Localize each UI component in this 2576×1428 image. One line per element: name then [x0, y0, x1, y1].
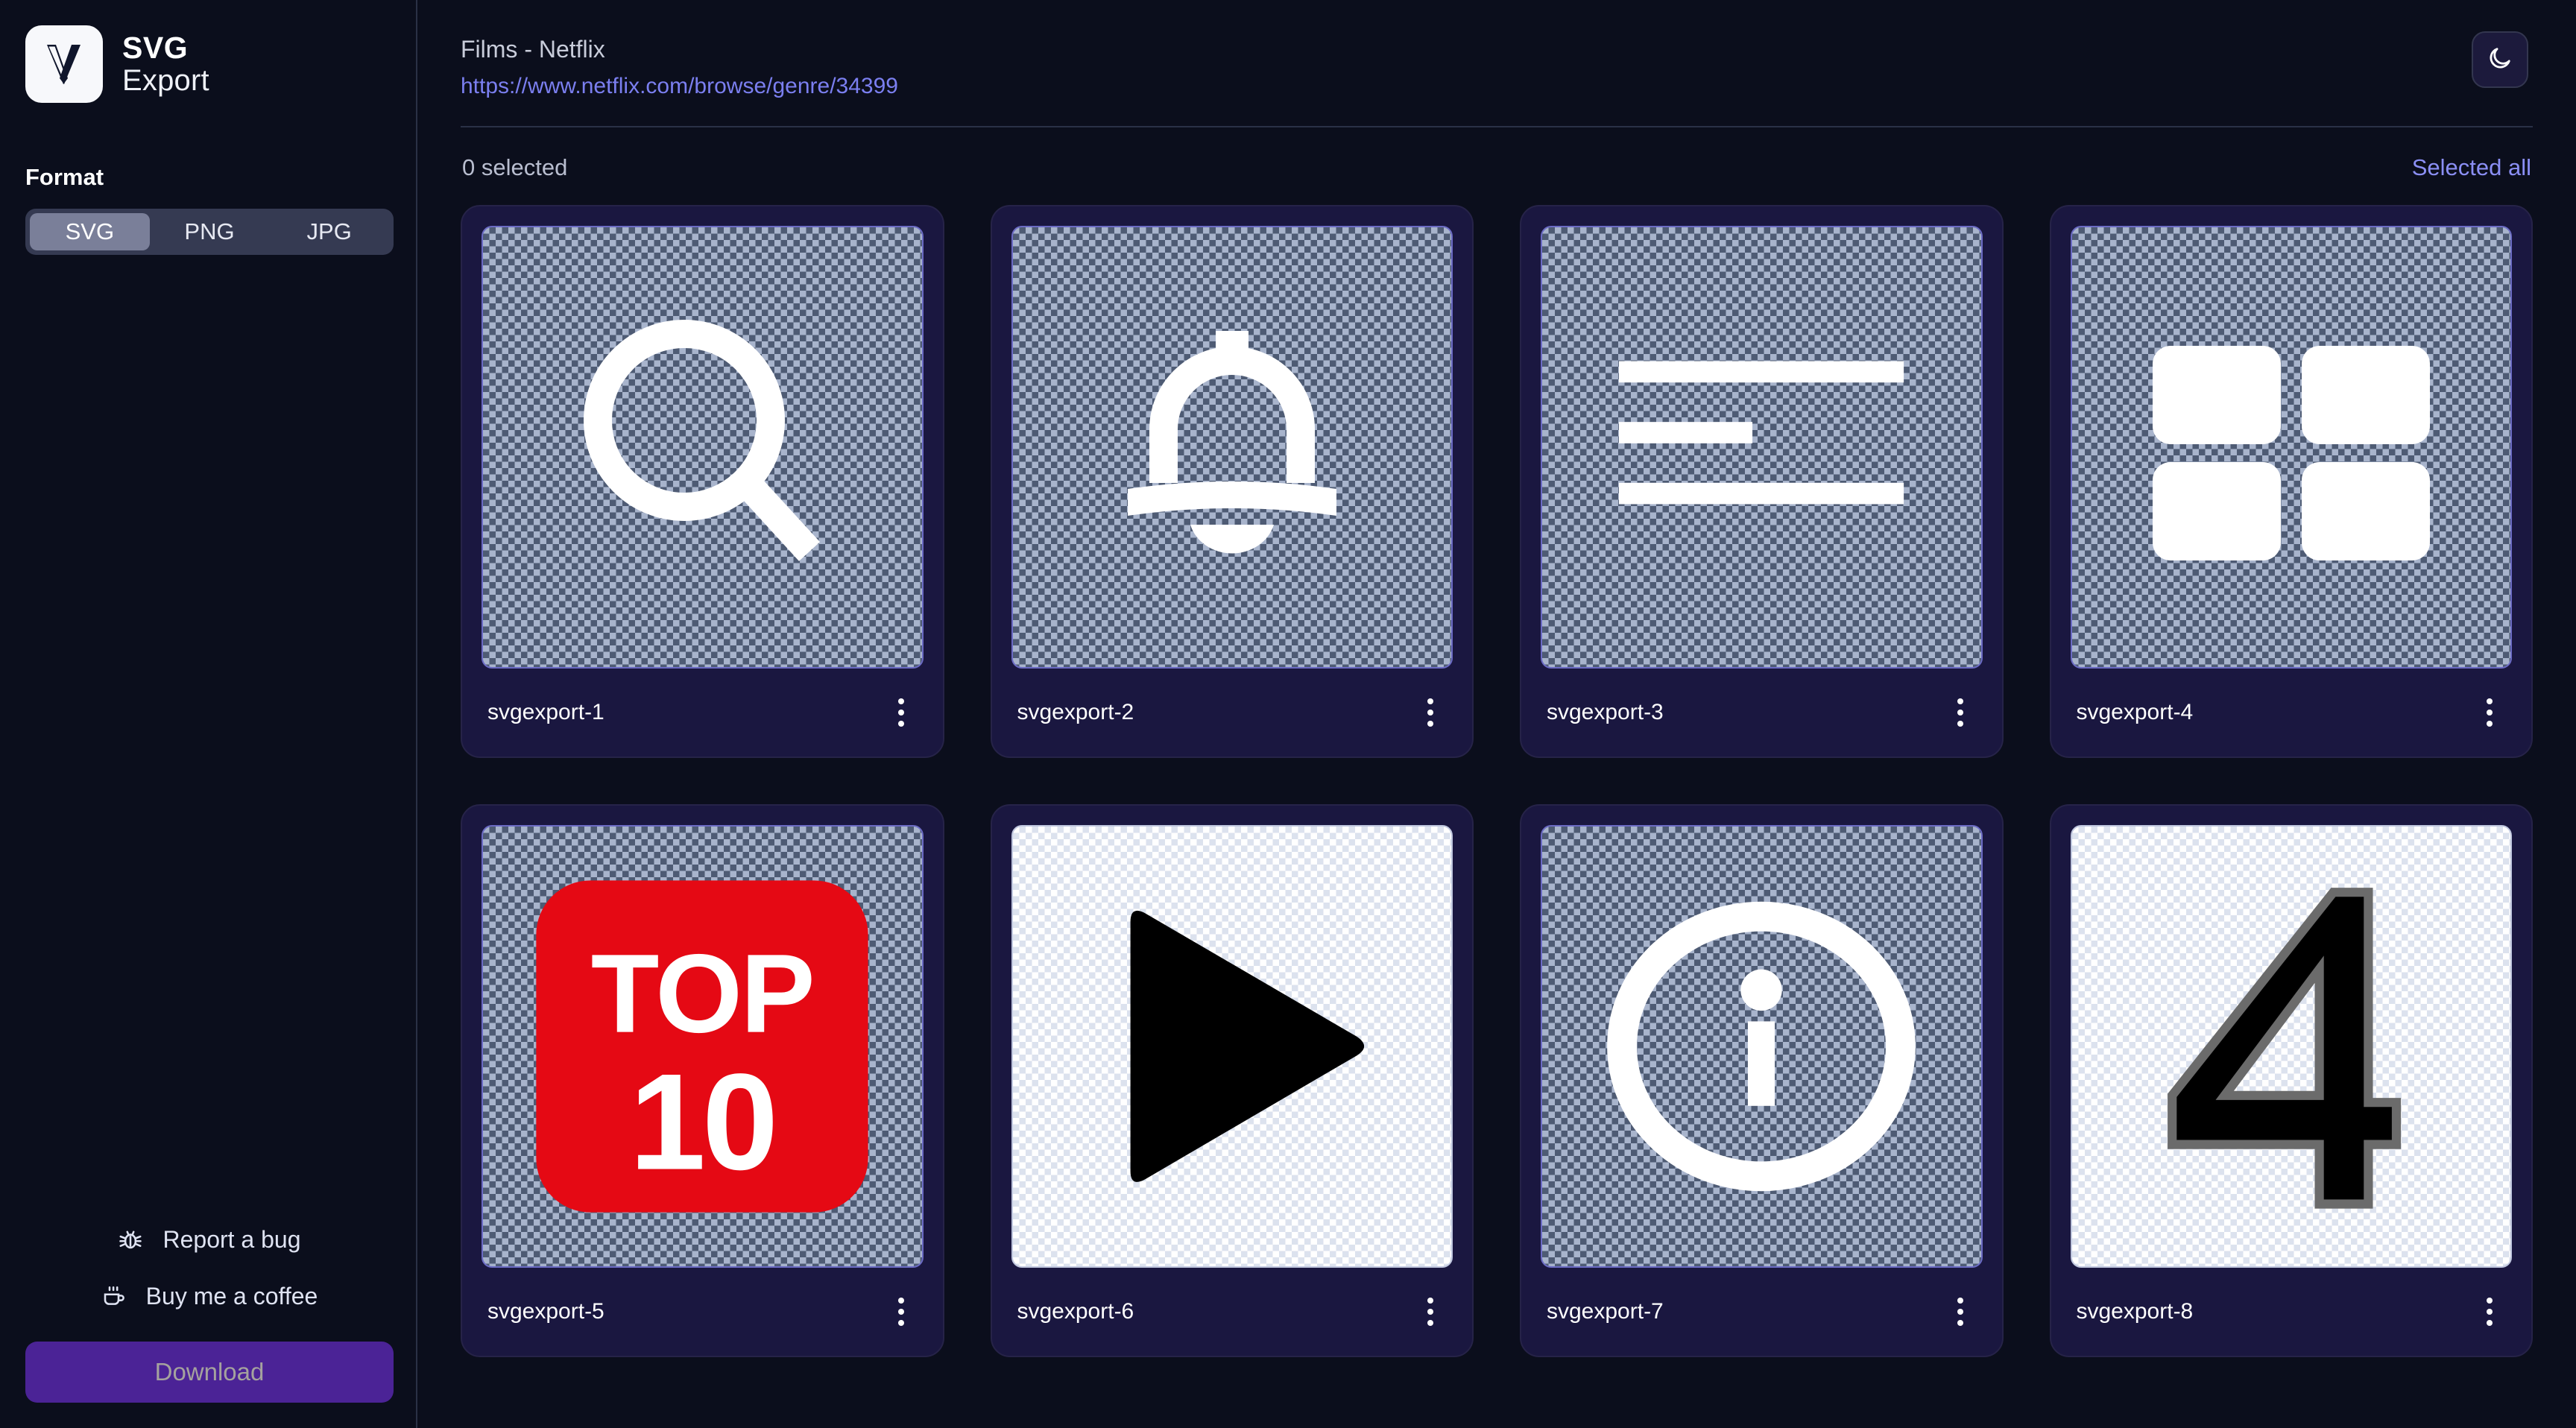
brand-name-line2: Export: [122, 63, 209, 97]
list-lines-icon: [1601, 298, 1922, 596]
asset-card-footer: svgexport-1: [482, 669, 924, 756]
brand: SVG Export: [25, 25, 394, 103]
assets-grid: svgexport-1 svgexport-2 svgexport-3 svge…: [461, 203, 2533, 1357]
asset-card-footer: svgexport-8: [2071, 1268, 2513, 1356]
asset-card[interactable]: svgexport-3: [1520, 205, 2004, 758]
asset-preview: [2070, 226, 2512, 669]
asset-card-footer: svgexport-4: [2071, 669, 2513, 756]
asset-preview: [2070, 825, 2512, 1268]
asset-card-footer: svgexport-3: [1541, 669, 1983, 756]
kebab-menu-icon[interactable]: [883, 1291, 919, 1333]
svgexport-v-logo: [25, 25, 103, 103]
asset-preview: [1541, 226, 1983, 669]
asset-name: svgexport-3: [1547, 700, 1664, 724]
download-button[interactable]: Download: [25, 1342, 394, 1403]
kebab-menu-icon[interactable]: [2472, 692, 2507, 733]
theme-toggle-button[interactable]: [2472, 31, 2528, 88]
asset-name: svgexport-5: [487, 1299, 604, 1324]
buy-me-a-coffee-link[interactable]: Buy me a coffee: [22, 1280, 394, 1312]
format-option-svg[interactable]: SVG: [30, 213, 150, 250]
format-option-png[interactable]: PNG: [150, 213, 270, 250]
top-10-badge-icon: TOP 10: [522, 866, 883, 1227]
asset-card-footer: svgexport-5: [482, 1268, 924, 1356]
bug-icon: [115, 1224, 146, 1255]
coffee-icon: [98, 1280, 130, 1312]
page-url-link[interactable]: https://www.netflix.com/browse/genre/343…: [461, 74, 898, 99]
bell-icon: [1083, 298, 1381, 596]
numeral-four-icon: [2116, 871, 2466, 1222]
asset-name: svgexport-8: [2076, 1299, 2194, 1324]
page-header: Films - Netflix https://www.netflix.com/…: [461, 30, 2533, 127]
kebab-menu-icon[interactable]: [2472, 1291, 2507, 1333]
asset-name: svgexport-7: [1547, 1299, 1664, 1324]
asset-name: svgexport-6: [1017, 1299, 1134, 1324]
kebab-menu-icon[interactable]: [883, 692, 919, 733]
page-header-texts: Films - Netflix https://www.netflix.com/…: [461, 30, 898, 99]
info-circle-icon: [1594, 890, 1929, 1203]
selected-count: 0 selected: [462, 154, 568, 180]
asset-card-footer: svgexport-7: [1541, 1268, 1983, 1356]
brand-name: SVG Export: [122, 31, 209, 96]
asset-preview: [1541, 825, 1983, 1268]
asset-name: svgexport-1: [487, 700, 604, 724]
asset-preview: [1011, 226, 1453, 669]
asset-card-footer: svgexport-6: [1011, 1268, 1453, 1356]
page-title: Films - Netflix: [461, 36, 605, 63]
select-all-link[interactable]: Selected all: [2412, 154, 2531, 181]
svg-text:10: 10: [630, 1046, 775, 1198]
buy-me-a-coffee-label: Buy me a coffee: [145, 1282, 318, 1309]
kebab-menu-icon[interactable]: [1942, 692, 1978, 733]
kebab-menu-icon[interactable]: [1412, 692, 1448, 733]
asset-preview: TOP 10: [482, 825, 924, 1268]
asset-preview: [482, 226, 924, 669]
svg-export-app: SVG Export Format SVG PNG JPG Report a b…: [0, 0, 2576, 1428]
asset-preview: [1011, 825, 1453, 1268]
brand-name-line1: SVG: [122, 31, 189, 66]
magnifier-icon: [553, 298, 851, 596]
kebab-menu-icon[interactable]: [1412, 1291, 1448, 1333]
asset-card-footer: svgexport-2: [1011, 669, 1453, 756]
format-option-jpg[interactable]: JPG: [269, 213, 389, 250]
asset-card[interactable]: svgexport-8: [2049, 804, 2533, 1357]
play-triangle-icon: [1068, 882, 1396, 1210]
format-toggle-group: SVG PNG JPG: [25, 209, 394, 255]
asset-card[interactable]: svgexport-4: [2049, 205, 2533, 758]
report-a-bug-link[interactable]: Report a bug: [22, 1224, 394, 1255]
main-content: Films - Netflix https://www.netflix.com/…: [417, 0, 2576, 1428]
sidebar: SVG Export Format SVG PNG JPG Report a b…: [0, 0, 417, 1428]
report-a-bug-label: Report a bug: [162, 1225, 301, 1253]
grid-four-icon: [2135, 298, 2448, 596]
format-label: Format: [25, 164, 104, 190]
asset-card[interactable]: svgexport-1: [461, 205, 944, 758]
asset-card[interactable]: svgexport-2: [990, 205, 1474, 758]
asset-card[interactable]: svgexport-7: [1520, 804, 2004, 1357]
asset-card[interactable]: TOP 10 svgexport-5: [461, 804, 944, 1357]
svg-text:TOP: TOP: [591, 931, 813, 1056]
kebab-menu-icon[interactable]: [1942, 1291, 1978, 1333]
asset-name: svgexport-2: [1017, 700, 1134, 724]
selection-toolbar: 0 selected Selected all: [461, 127, 2533, 203]
asset-card[interactable]: svgexport-6: [990, 804, 1474, 1357]
asset-name: svgexport-4: [2076, 700, 2194, 724]
moon-icon: [2487, 45, 2513, 75]
